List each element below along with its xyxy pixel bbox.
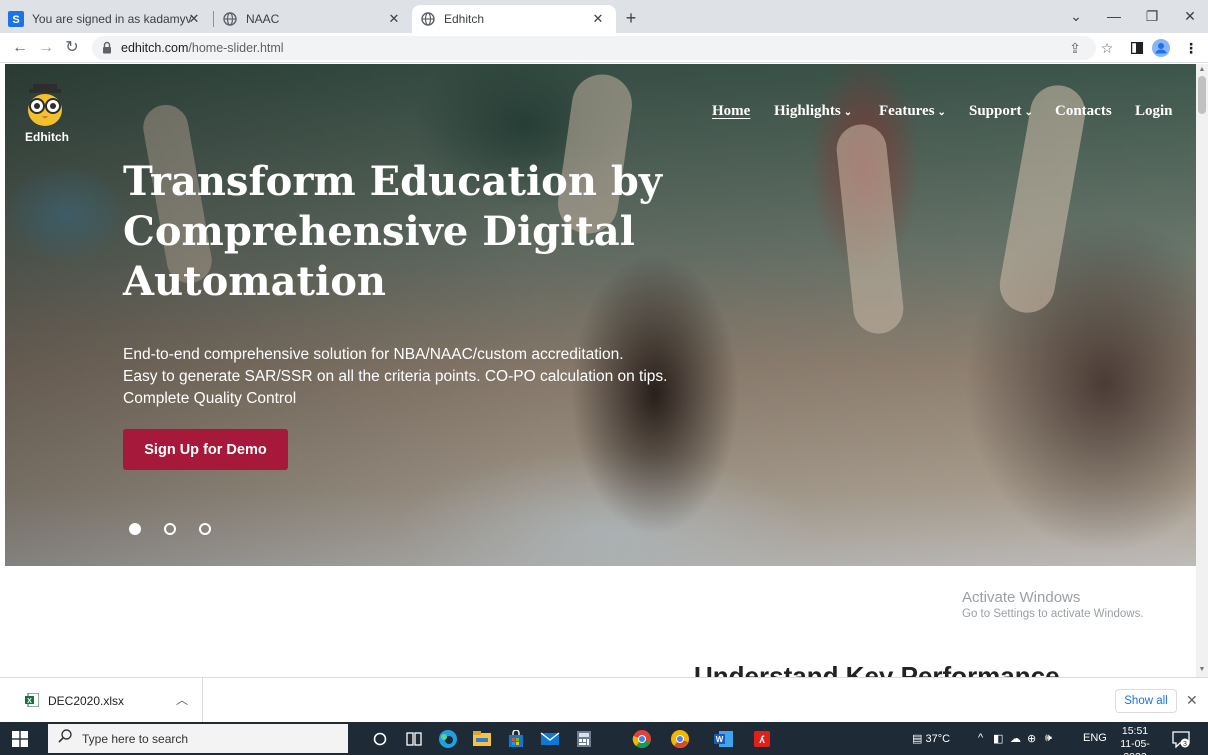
chevron-up-icon[interactable]: ︿ (176, 691, 188, 708)
svg-text:X: X (27, 698, 32, 705)
scroll-down-arrow-icon[interactable]: ▼ (1198, 666, 1206, 673)
nav-features[interactable]: Features ⌄ (879, 103, 946, 120)
window-close-icon[interactable]: ✕ (1176, 6, 1204, 26)
nav-support[interactable]: Support ⌄ (969, 103, 1033, 120)
close-icon[interactable]: ✕ (1186, 692, 1198, 709)
slider-pagination (129, 523, 211, 535)
download-filename: DEC2020.xlsx (48, 694, 125, 708)
downloads-bar: X DEC2020.xlsx ︿ Show all ✕ (0, 677, 1208, 722)
lock-icon (102, 41, 112, 59)
windows-start-icon[interactable] (12, 731, 28, 752)
svg-text:S: S (12, 14, 19, 26)
cortana-circle-icon[interactable] (369, 728, 391, 750)
language-indicator[interactable]: ENG (1083, 732, 1107, 744)
section-heading: Understand Key Performance (694, 661, 1060, 677)
close-icon[interactable]: ✕ (590, 11, 606, 27)
tab-edhitch[interactable]: Edhitch ✕ (412, 5, 616, 33)
volume-icon[interactable]: 🕪 (1045, 732, 1052, 745)
page-scrollbar[interactable]: ▲ ▼ (1196, 64, 1208, 677)
network-icon[interactable]: ⊕ (1027, 732, 1036, 745)
browser-tab-strip: S You are signed in as kadamyv ✕ NAAC ✕ … (0, 0, 1208, 33)
owl-logo-icon (28, 84, 62, 126)
word-icon[interactable]: W (713, 728, 735, 750)
download-item[interactable]: X DEC2020.xlsx ︿ (0, 678, 203, 722)
chevron-down-icon: ⌄ (1024, 107, 1033, 118)
hero-headline: Transform Education by Comprehensive Dig… (123, 158, 663, 305)
browser-toolbar: ← → ↻ edhitch.com/home-slider.html ⇪ ☆ ⋮ (0, 33, 1208, 63)
meet-now-icon[interactable]: ◧ (993, 732, 1003, 745)
hero-overlay (5, 64, 1196, 566)
site-logo[interactable]: Edhitch (25, 84, 69, 148)
store-bag-icon[interactable] (505, 728, 527, 750)
nav-contacts[interactable]: Contacts (1055, 103, 1112, 120)
hero-description: End-to-end comprehensive solution for NB… (123, 346, 668, 407)
notification-center-icon[interactable]: 3 (1172, 730, 1190, 753)
weather-news-icon: ▤ (912, 733, 923, 745)
reload-icon[interactable]: ↻ (62, 38, 82, 58)
slide-dot-1[interactable] (129, 523, 141, 535)
close-icon[interactable]: ✕ (186, 11, 202, 27)
address-bar[interactable]: edhitch.com/home-slider.html ⇪ (92, 36, 1096, 60)
tray-chevron-up-icon[interactable]: ^ (978, 732, 983, 744)
hero-slider: Edhitch Home Highlights ⌄ Features ⌄ Suppo… (5, 64, 1196, 566)
globe-icon (222, 11, 238, 27)
svg-text:ʎ: ʎ (759, 735, 765, 746)
excel-file-icon: X (25, 692, 40, 712)
svg-text:3: 3 (1183, 741, 1187, 748)
page-viewport: Edhitch Home Highlights ⌄ Features ⌄ Suppo… (0, 64, 1208, 677)
calculator-icon[interactable] (573, 728, 595, 750)
tab-title: Edhitch (444, 12, 485, 26)
back-arrow-icon[interactable]: ← (10, 38, 30, 58)
restore-icon[interactable]: ❐ (1138, 6, 1166, 26)
onedrive-cloud-icon[interactable]: ☁ (1010, 732, 1021, 745)
taskbar-clock[interactable]: 15:51 11-05-2022 (1112, 725, 1158, 755)
globe-icon (420, 11, 436, 27)
chevron-down-icon: ⌄ (937, 107, 946, 118)
taskbar-search-input[interactable]: Type here to search (48, 724, 348, 753)
side-panel-icon[interactable] (1128, 39, 1146, 57)
new-tab-plus-icon[interactable]: + (621, 8, 641, 28)
activate-windows-watermark: Activate Windows Go to Settings to activ… (962, 589, 1144, 621)
sheets-s-icon: S (8, 11, 24, 27)
tab-naac[interactable]: NAAC ✕ (214, 5, 412, 33)
star-icon[interactable]: ☆ (1098, 39, 1116, 57)
search-icon (58, 729, 72, 748)
weather-widget[interactable]: ▤ 37°C (912, 732, 950, 745)
chrome-icon[interactable] (631, 728, 653, 750)
tab-title: You are signed in as kadamyv (32, 12, 192, 26)
nav-highlights[interactable]: Highlights ⌄ (774, 103, 852, 120)
nav-login[interactable]: Login (1135, 103, 1173, 120)
tab-title: NAAC (246, 12, 280, 26)
url-text: edhitch.com/home-slider.html (121, 41, 284, 55)
profile-avatar-icon[interactable] (1152, 39, 1170, 57)
share-icon[interactable]: ⇪ (1066, 39, 1084, 57)
windows-taskbar: Type here to search W ʎ ▤ 37°C ^ ◧ ☁ ⊕ 🕪… (0, 722, 1208, 755)
chrome-profile-icon[interactable] (669, 728, 691, 750)
mail-envelope-icon[interactable] (539, 728, 561, 750)
slide-dot-2[interactable] (164, 523, 176, 535)
slide-dot-3[interactable] (199, 523, 211, 535)
nav-home[interactable]: Home (712, 103, 750, 120)
scrollbar-thumb[interactable] (1198, 76, 1206, 114)
scroll-up-arrow-icon[interactable]: ▲ (1198, 66, 1206, 73)
show-all-downloads-button[interactable]: Show all (1115, 689, 1177, 713)
tab-search-chevron-icon[interactable]: ⌄ (1062, 6, 1090, 26)
forward-arrow-icon[interactable]: → (36, 38, 56, 58)
task-view-icon[interactable] (403, 728, 425, 750)
file-explorer-icon[interactable] (471, 728, 493, 750)
acrobat-pdf-icon[interactable]: ʎ (751, 728, 773, 750)
chevron-down-icon: ⌄ (843, 107, 853, 118)
edge-browser-icon[interactable] (437, 728, 459, 750)
sign-up-demo-button[interactable]: Sign Up for Demo (123, 429, 288, 470)
minimize-icon[interactable]: — (1100, 6, 1128, 26)
tab-signed-in[interactable]: S You are signed in as kadamyv ✕ (0, 5, 212, 33)
svg-text:W: W (716, 735, 724, 744)
close-icon[interactable]: ✕ (386, 11, 402, 27)
brand-name: Edhitch (25, 130, 69, 144)
menu-kebab-icon[interactable]: ⋮ (1182, 39, 1200, 57)
